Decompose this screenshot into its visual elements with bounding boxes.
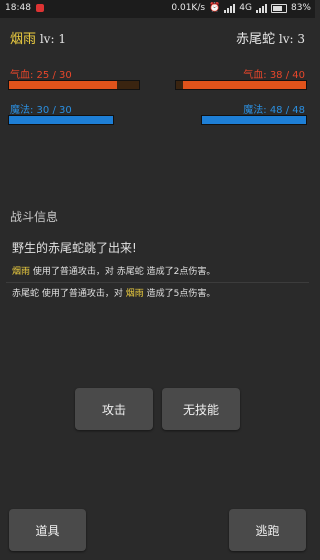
player-hp-fill — [9, 81, 118, 89]
alarm-icon: ⏰ — [209, 3, 221, 13]
log-text: 使用了普通攻击，对 — [30, 267, 117, 277]
log-actor: 烟雨 — [12, 267, 31, 277]
enemy-mp-bar — [201, 115, 307, 125]
enemy-level: lv: 3 — [278, 32, 305, 46]
item-button[interactable]: 道具 — [9, 509, 86, 551]
player-level: lv: 1 — [39, 32, 66, 46]
escape-button[interactable]: 逃跑 — [229, 509, 306, 551]
log-target: 赤尾蛇 — [116, 267, 144, 277]
log-divider — [6, 282, 309, 283]
wifi-icon — [224, 3, 236, 13]
player-name: 烟雨 — [10, 32, 37, 47]
battle-log-line-1: 烟雨 使用了普通攻击，对 赤尾蛇 造成了2点伤害。 — [12, 264, 215, 277]
network-speed: 0.01K/s — [171, 3, 206, 13]
battle-log-line-2: 赤尾蛇 使用了普通攻击，对 烟雨 造成了5点伤害。 — [12, 286, 215, 299]
enemy-name: 赤尾蛇 — [236, 32, 276, 47]
battle-headline: 野生的赤尾蛇跳了出来! — [12, 241, 137, 255]
log-text: 造成了2点伤害。 — [143, 267, 216, 277]
skill-button[interactable]: 无技能 — [162, 388, 240, 430]
attack-button[interactable]: 攻击 — [75, 388, 153, 430]
player-hp-label: 气血: 25 / 30 — [10, 70, 72, 81]
player-hp-bar — [8, 80, 140, 90]
battery-level: 83% — [290, 3, 311, 13]
player-header: 烟雨 lv: 1 — [10, 28, 66, 47]
status-bar: 18:48 0.01K/s ⏰ 4G 83% — [0, 0, 315, 18]
enemy-header: 赤尾蛇 lv: 3 — [236, 28, 305, 47]
signal-icon — [255, 3, 267, 13]
log-text: 使用了普通攻击，对 — [39, 289, 126, 299]
log-actor: 赤尾蛇 — [12, 289, 40, 299]
log-target: 烟雨 — [125, 289, 144, 299]
clock: 18:48 — [5, 3, 31, 13]
enemy-mp-fill — [202, 116, 306, 124]
player-mp-fill — [9, 116, 113, 124]
enemy-hp-fill — [182, 81, 306, 89]
player-mp-label: 魔法: 30 / 30 — [10, 105, 72, 116]
network-type: 4G — [239, 3, 252, 13]
enemy-hp-label: 气血: 38 / 40 — [243, 70, 305, 81]
enemy-hp-bar — [175, 80, 307, 90]
notification-icon — [35, 4, 44, 12]
player-mp-bar — [8, 115, 114, 125]
battle-log-title: 战斗信息 — [10, 210, 59, 224]
log-text: 造成了5点伤害。 — [143, 289, 216, 299]
enemy-mp-label: 魔法: 48 / 48 — [243, 105, 305, 116]
battery-icon — [270, 3, 287, 13]
